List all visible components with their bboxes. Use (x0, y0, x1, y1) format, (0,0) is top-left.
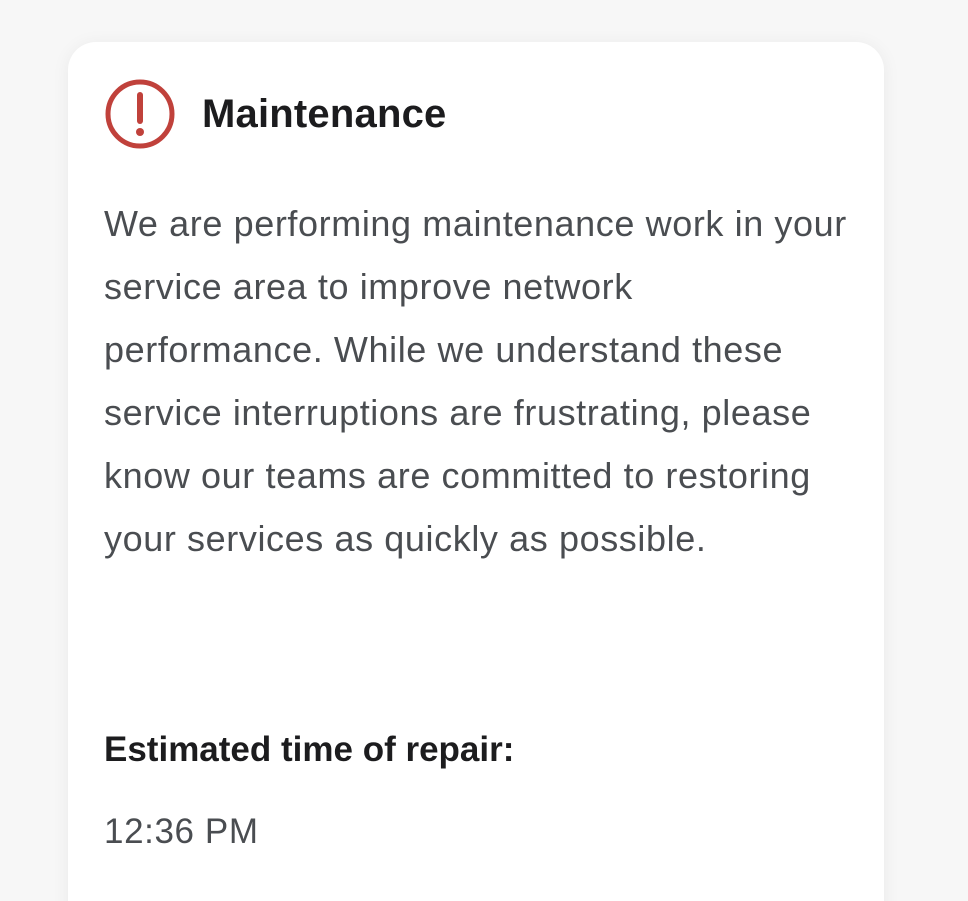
alert-title: Maintenance (202, 91, 447, 136)
alert-header: Maintenance (104, 78, 848, 150)
exclamation-circle-icon (104, 78, 176, 150)
repair-time-value: 12:36 PM (104, 812, 259, 851)
page: Maintenance We are performing maintenanc… (0, 0, 968, 901)
alert-message: We are performing maintenance work in yo… (104, 203, 847, 559)
maintenance-alert-card: Maintenance We are performing maintenanc… (68, 42, 884, 901)
repair-time-label: Estimated time of repair: (104, 730, 515, 769)
